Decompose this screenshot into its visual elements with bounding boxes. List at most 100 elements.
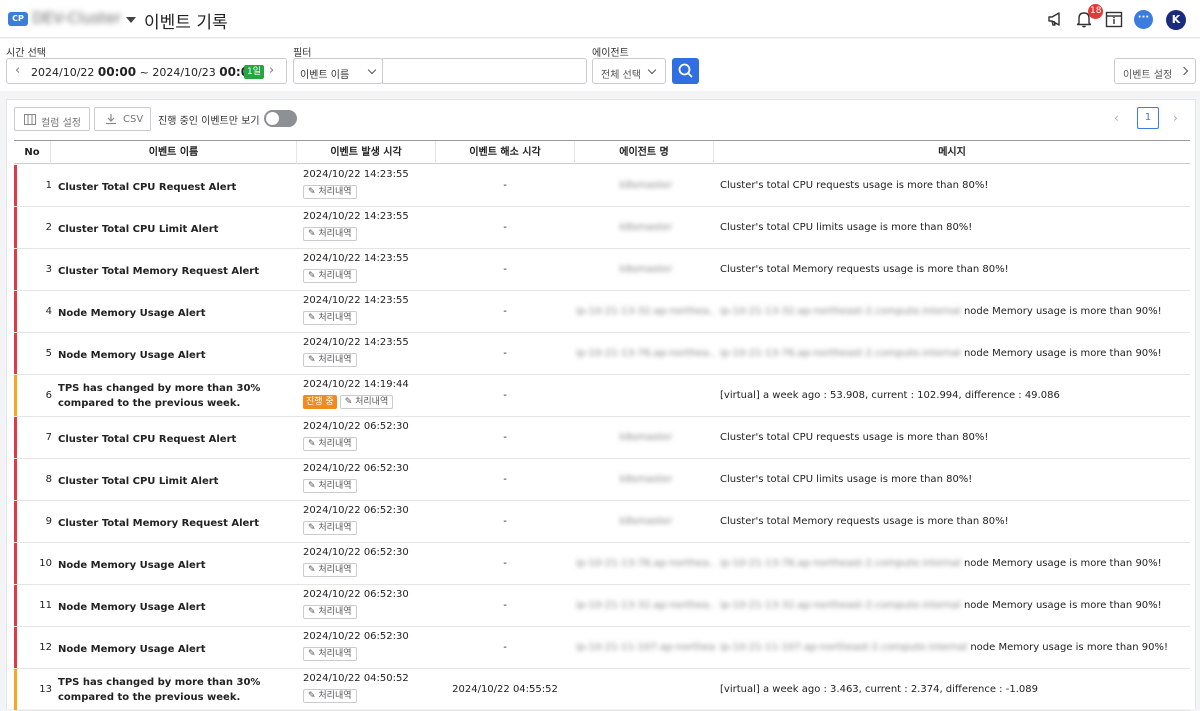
col-resolved-time[interactable]: 이벤트 해소 시각 [436,141,575,164]
history-label: 처리내역 [318,481,352,491]
page-title: 이벤트 기록 [144,13,228,33]
resolved-time: - [503,180,507,191]
cluster-name[interactable]: DEV-Cluster [32,9,121,27]
row-number: 5 [45,348,52,359]
column-settings-button[interactable]: 컬럼 설정 [14,107,90,131]
message-text: node Memory usage is more than 90%! [960,306,1162,317]
message-text: node Memory usage is more than 90%! [967,642,1169,653]
event-message: Cluster's total CPU limits usage is more… [720,222,972,233]
table-row[interactable]: 7 Cluster Total CPU Request Alert 2024/10/… [14,417,1190,459]
col-message[interactable]: 메시지 [714,141,1190,164]
event-settings-button[interactable]: 이벤트 설정 [1114,58,1196,84]
message-text: Cluster's total CPU limits usage is more… [720,474,973,485]
resolved-time: 2024/10/22 04:55:52 [452,684,558,695]
info-calendar-icon[interactable] [1104,9,1124,29]
table-row[interactable]: 9 Cluster Total Memory Request Alert 2024/… [14,501,1190,543]
filter-type-select[interactable]: 이벤트 이름 [293,58,383,84]
notification-count-badge: 18 [1088,4,1104,19]
table-row[interactable]: 12 Node Memory Usage Alert 2024/10/22 06:5… [14,627,1190,669]
page-number-button[interactable]: 1 [1137,107,1159,129]
time-range-text[interactable]: 2024/10/22 00:00 ~ 2024/10/23 00:00 [31,65,257,79]
history-label: 처리내역 [355,397,389,407]
table-row[interactable]: 10 Node Memory Usage Alert 2024/10/22 06:5… [14,543,1190,585]
user-avatar[interactable]: K [1166,10,1186,30]
pencil-icon: ✎ [344,397,356,407]
event-message: [virtual] a week ago : 53.908, current :… [720,390,1060,401]
message-text: Cluster's total CPU requests usage is mo… [720,180,989,191]
history-button[interactable]: ✎ 처리내역 [303,311,357,325]
table-header: No 이벤트 이름 이벤트 발생 시각 이벤트 해소 시각 에이전트 명 메시지 [14,140,1190,164]
table-row[interactable]: 1 Cluster Total CPU Request Alert 2024/10/… [14,165,1190,207]
history-button[interactable]: ✎ 처리내역 [303,227,357,241]
table-row[interactable]: 13 TPS has changed by more than 30% compa… [14,669,1190,711]
history-button[interactable]: ✎ 처리내역 [303,689,357,703]
history-button[interactable]: ✎ 처리내역 [303,647,357,661]
event-message: Cluster's total CPU requests usage is mo… [720,180,988,191]
page-next-chevron-icon[interactable]: › [1173,111,1178,125]
col-occurred-time[interactable]: 이벤트 발생 시각 [297,141,436,164]
event-actions: ✎ 처리내역 [303,185,357,200]
table-row[interactable]: 5 Node Memory Usage Alert 2024/10/22 14:23… [14,333,1190,375]
resolved-time: - [503,432,507,443]
agent-name: k8smaster [619,432,673,443]
announcement-megaphone-icon[interactable] [1046,9,1066,29]
csv-download-button[interactable]: CSV [94,107,151,131]
page-prev-chevron-icon[interactable]: ‹ [1114,111,1119,125]
event-actions: ✎ 처리내역 [303,311,357,326]
time-prev-chevron-icon[interactable]: ‹ [15,63,20,78]
occurred-time: 2024/10/22 06:52:30 [303,589,409,600]
history-button[interactable]: ✎ 처리내역 [303,563,357,577]
resolved-time: - [503,516,507,527]
time-range-picker[interactable]: ‹ 2024/10/22 00:00 ~ 2024/10/23 00:00 1일… [6,58,287,84]
agent-select[interactable]: 전체 선택 [592,58,666,84]
row-number: 10 [39,558,52,569]
event-name: Cluster Total Memory Request Alert [58,266,259,277]
history-button[interactable]: ✎ 처리내역 [303,353,357,367]
table-row[interactable]: 6 TPS has changed by more than 30% compar… [14,375,1190,417]
table-row[interactable]: 11 Node Memory Usage Alert 2024/10/22 06:5… [14,585,1190,627]
history-button[interactable]: ✎ 처리내역 [303,185,357,199]
col-event-name[interactable]: 이벤트 이름 [51,141,297,164]
occurred-time: 2024/10/22 06:52:30 [303,547,409,558]
history-button[interactable]: ✎ 처리내역 [303,605,357,619]
table-row[interactable]: 8 Cluster Total CPU Limit Alert 2024/10/22… [14,459,1190,501]
history-button[interactable]: ✎ 처리내역 [303,521,357,535]
table-row[interactable]: 3 Cluster Total Memory Request Alert 2024/… [14,249,1190,291]
col-no[interactable]: No [14,141,51,164]
history-label: 처리내역 [318,691,352,701]
message-text: node Memory usage is more than 90%! [960,558,1162,569]
message-text: Cluster's total Memory requests usage is… [720,264,1009,275]
in-progress-badge: 진행 중 [303,395,337,409]
row-number: 7 [45,432,52,443]
event-message: Cluster's total Memory requests usage is… [720,264,1009,275]
occurred-time: 2024/10/22 06:52:30 [303,631,409,642]
node-host: ip-10-21-13-32.ap-northeast-2.compute.in… [720,600,961,611]
filter-text-input[interactable] [382,58,587,84]
chat-more-icon[interactable]: ··· [1134,10,1153,29]
table-row[interactable]: 2 Cluster Total CPU Limit Alert 2024/10/22… [14,207,1190,249]
filter-bar: 시간 선택 ‹ 2024/10/22 00:00 ~ 2024/10/23 00… [0,39,1200,91]
event-message: ip-10-21-13-76.ap-northeast-2.compute.in… [720,348,1162,359]
history-button[interactable]: ✎ 처리내역 [303,479,357,493]
message-text: node Memory usage is more than 90%! [960,600,1162,611]
search-button[interactable] [672,58,699,84]
table-row[interactable]: 4 Node Memory Usage Alert 2024/10/22 14:23… [14,291,1190,333]
event-name: TPS has changed by more than 30% compare… [58,383,261,409]
in-progress-toggle-label: 진행 중인 이벤트만 보기 [158,116,260,127]
pencil-icon: ✎ [308,607,319,617]
time-next-chevron-icon[interactable]: › [269,63,274,78]
cluster-dropdown-caret-icon[interactable] [126,17,136,23]
pencil-icon: ✎ [308,565,319,575]
col-agent-name[interactable]: 에이전트 명 [575,141,714,164]
history-button[interactable]: ✎ 처리내역 [339,395,394,409]
columns-icon [24,114,36,125]
agent-name: k8smaster [619,222,673,233]
history-label: 처리내역 [318,649,352,659]
pencil-icon: ✎ [308,691,319,701]
pencil-icon: ✎ [308,439,319,449]
history-button[interactable]: ✎ 처리내역 [303,269,357,283]
agent-name: ip-10-21-13-76.ap-northea... [576,558,716,569]
history-button[interactable]: ✎ 처리내역 [303,437,357,451]
occurred-time: 2024/10/22 14:23:55 [303,169,409,180]
in-progress-toggle[interactable] [264,110,297,127]
